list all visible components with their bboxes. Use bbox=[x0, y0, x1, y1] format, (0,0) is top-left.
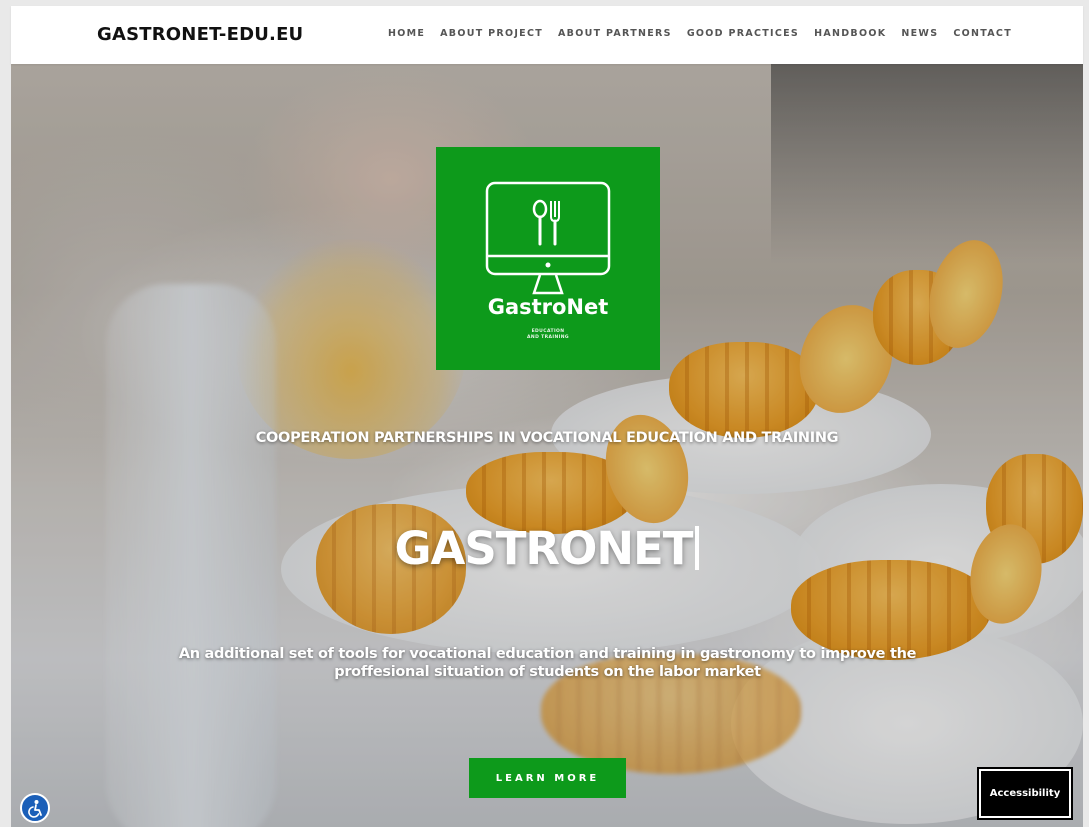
logo-subtitle: EDUCATION AND TRAINING bbox=[436, 329, 660, 341]
nav-good-practices[interactable]: GOOD PRACTICES bbox=[687, 28, 799, 39]
nav-news[interactable]: NEWS bbox=[901, 28, 938, 39]
learn-more-button[interactable]: LEARN MORE bbox=[469, 758, 626, 798]
hero-description: An additional set of tools for vocationa… bbox=[178, 646, 917, 680]
typing-cursor bbox=[695, 526, 700, 570]
nav-handbook[interactable]: HANDBOOK bbox=[814, 28, 886, 39]
logo-subtitle-line: AND TRAINING bbox=[527, 335, 569, 340]
nav-about-project[interactable]: ABOUT PROJECT bbox=[440, 28, 543, 39]
nav-about-partners[interactable]: ABOUT PARTNERS bbox=[558, 28, 672, 39]
page: GASTRONET-EDU.EU HOME ABOUT PROJECT ABOU… bbox=[0, 0, 1089, 827]
nav-home[interactable]: HOME bbox=[388, 28, 425, 39]
accessibility-person-icon bbox=[28, 800, 42, 818]
hero-title: GASTRONET bbox=[11, 522, 1083, 575]
site-header: GASTRONET-EDU.EU HOME ABOUT PROJECT ABOU… bbox=[11, 6, 1083, 64]
hero-tagline: COOPERATION PARTNERSHIPS IN VOCATIONAL E… bbox=[255, 430, 839, 446]
logo-name: GastroNet bbox=[487, 295, 609, 319]
monitor-cutlery-icon bbox=[485, 181, 611, 295]
hero-title-text: GASTRONET bbox=[394, 522, 694, 575]
nav-contact[interactable]: CONTACT bbox=[953, 28, 1012, 39]
main-nav: HOME ABOUT PROJECT ABOUT PARTNERS GOOD P… bbox=[388, 28, 1012, 39]
accessibility-widget-button[interactable] bbox=[20, 793, 50, 823]
gastronet-logo: GastroNet EDUCATION AND TRAINING bbox=[436, 147, 660, 370]
accessibility-button[interactable]: Accessibility bbox=[977, 767, 1073, 820]
site-brand[interactable]: GASTRONET-EDU.EU bbox=[97, 24, 303, 45]
